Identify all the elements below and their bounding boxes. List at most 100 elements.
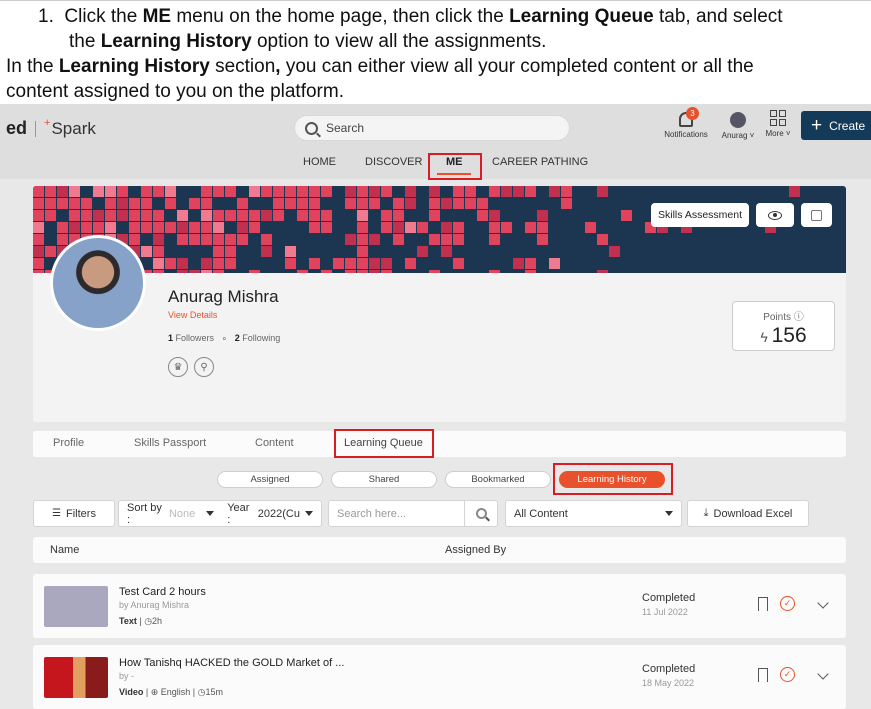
- banner-tile: [141, 222, 152, 233]
- banner-tile: [285, 246, 296, 257]
- banner-tile: [369, 198, 380, 209]
- banner-tile: [69, 222, 80, 233]
- banner-tile: [453, 222, 464, 233]
- content-title[interactable]: Test Card 2 hours: [119, 586, 206, 598]
- banner-tile: [429, 186, 440, 197]
- nav-career-pathing[interactable]: CAREER PATHING: [492, 156, 588, 168]
- banner-tile: [381, 258, 392, 269]
- banner-tile: [489, 186, 500, 197]
- bookmark-icon[interactable]: [758, 668, 768, 682]
- profile-photo: [50, 235, 146, 331]
- banner-tile: [597, 270, 608, 273]
- banner-tile: [45, 210, 56, 221]
- filters-button[interactable]: ☰ Filters: [33, 500, 115, 527]
- banner-tile: [45, 186, 56, 197]
- banner-tile: [213, 234, 224, 245]
- banner-tile: [321, 222, 332, 233]
- user-menu[interactable]: Anurag ˅: [718, 112, 758, 140]
- app-screenshot: ed Spark Search Notifications 3 Anurag ˅…: [0, 104, 871, 709]
- year-select[interactable]: 2022(Cu: [258, 508, 300, 520]
- tab-profile[interactable]: Profile: [53, 437, 84, 449]
- banner-tile: [513, 186, 524, 197]
- pill-shared[interactable]: Shared: [331, 471, 437, 488]
- bookmark-icon[interactable]: [758, 597, 768, 611]
- banner-tile: [201, 258, 212, 269]
- banner-tile: [513, 258, 524, 269]
- create-button[interactable]: + Create: [801, 111, 871, 140]
- check-icon: ✓: [780, 596, 795, 611]
- table-header: Name Assigned By: [33, 537, 846, 563]
- banner-tile: [105, 222, 116, 233]
- banner-tile: [45, 246, 56, 257]
- banner-tile: [201, 210, 212, 221]
- sortby-select[interactable]: None: [169, 508, 195, 520]
- banner-tile: [477, 198, 488, 209]
- banner-tile: [177, 258, 188, 269]
- banner-tile: [273, 210, 284, 221]
- banner-tile: [189, 270, 200, 273]
- banner-tile: [561, 198, 572, 209]
- banner-tile: [93, 222, 104, 233]
- skills-assessment-button[interactable]: Skills Assessment: [651, 203, 749, 227]
- points-card: Points ⓘ ϟ 156: [732, 301, 835, 351]
- preview-button[interactable]: [756, 203, 794, 227]
- banner-tile: [501, 222, 512, 233]
- banner-tile: [405, 186, 416, 197]
- search-icon: [305, 121, 318, 135]
- tab-skills-passport[interactable]: Skills Passport: [134, 437, 206, 449]
- status-text: Completed: [642, 663, 696, 675]
- logo[interactable]: ed Spark: [6, 118, 96, 139]
- banner-tile: [141, 210, 152, 221]
- banner-tile: [129, 234, 140, 245]
- download-icon: ⤓: [703, 507, 709, 519]
- search-bar[interactable]: Search: [294, 115, 570, 141]
- following-link[interactable]: Following: [242, 333, 280, 343]
- crown-icon[interactable]: ♛: [168, 357, 188, 377]
- search-field[interactable]: Search here...: [328, 500, 498, 527]
- banner-tile: [237, 210, 248, 221]
- banner-tile: [369, 270, 380, 273]
- tab-content[interactable]: Content: [255, 437, 294, 449]
- more-menu[interactable]: More ˅: [762, 110, 794, 138]
- search-button[interactable]: [464, 501, 497, 526]
- banner-tile: [441, 222, 452, 233]
- chevron-down-icon[interactable]: [817, 597, 829, 609]
- person-icon[interactable]: ⚲: [194, 357, 214, 377]
- edit-button[interactable]: [801, 203, 832, 227]
- content-title[interactable]: How Tanishq HACKED the GOLD Market of ..…: [119, 657, 344, 669]
- plus-icon: +: [811, 115, 823, 136]
- grid-icon: [770, 110, 786, 126]
- banner-tile: [129, 198, 140, 209]
- download-excel-button[interactable]: ⤓ Download Excel: [687, 500, 809, 527]
- banner-tile: [429, 234, 440, 245]
- pill-bookmarked[interactable]: Bookmarked: [445, 471, 551, 488]
- banner-tile: [405, 222, 416, 233]
- banner-tile: [381, 186, 392, 197]
- chevron-down-icon[interactable]: [817, 668, 829, 680]
- table-row[interactable]: Test Card 2 hours by Anurag Mishra Text …: [33, 574, 846, 638]
- banner-tile: [141, 186, 152, 197]
- banner-tile: [489, 270, 500, 273]
- banner-tile: [153, 258, 164, 269]
- banner-tile: [525, 270, 536, 273]
- banner-tile: [441, 198, 452, 209]
- banner-tile: [297, 186, 308, 197]
- banner-tile: [321, 270, 332, 273]
- pill-assigned[interactable]: Assigned: [217, 471, 323, 488]
- nav-discover[interactable]: DISCOVER: [365, 156, 422, 168]
- banner-tile: [33, 258, 44, 269]
- banner-tile: [165, 186, 176, 197]
- edit-icon: [811, 209, 822, 221]
- content-select[interactable]: All Content: [505, 500, 682, 527]
- paragraph-cont: content assigned to you on the platform.: [6, 81, 344, 102]
- nav-home[interactable]: HOME: [303, 156, 336, 168]
- banner-tile: [249, 186, 260, 197]
- followers-link[interactable]: Followers: [176, 333, 215, 343]
- banner-tile: [177, 234, 188, 245]
- banner-tile: [369, 186, 380, 197]
- banner-tile: [381, 270, 392, 273]
- view-details-link[interactable]: View Details: [168, 310, 217, 320]
- follow-stats: 1 Followers ∘ 2 Following: [168, 333, 281, 343]
- table-row[interactable]: How Tanishq HACKED the GOLD Market of ..…: [33, 645, 846, 709]
- banner-tile: [261, 210, 272, 221]
